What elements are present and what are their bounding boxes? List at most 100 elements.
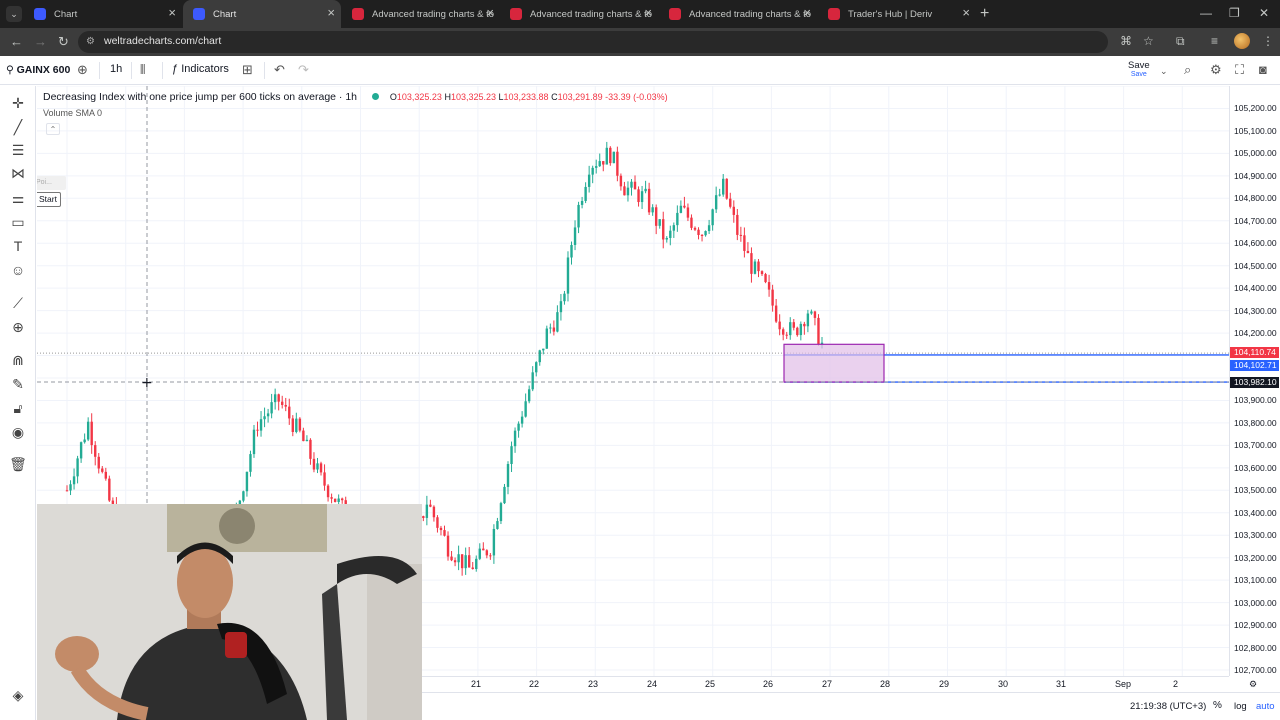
zoom-in-icon[interactable]: ⊕	[9, 318, 27, 336]
pattern-icon[interactable]: ⋈	[9, 164, 27, 182]
candle	[771, 289, 774, 306]
candle	[654, 207, 658, 226]
webcam-person-illustration	[37, 504, 422, 720]
fib-icon[interactable]: ☰	[9, 141, 27, 159]
chart-title[interactable]: Decreasing Index with one price jump per…	[43, 91, 357, 103]
tab-favicon-icon	[34, 8, 46, 20]
browser-menu-icon[interactable]: ⋮	[1262, 34, 1274, 48]
site-info-icon[interactable]: ⚙	[86, 36, 98, 48]
candle	[273, 394, 277, 403]
layouts-icon[interactable]: ⊞	[242, 62, 253, 78]
emoji-icon[interactable]: ☺	[9, 261, 27, 279]
browser-tab[interactable]: Trader's Hub | Deriv ×	[818, 4, 976, 24]
url-text[interactable]: weltradecharts.com/chart	[104, 35, 221, 47]
trendline-icon[interactable]: ╱	[9, 118, 27, 136]
candle	[619, 175, 623, 187]
candle	[288, 406, 291, 419]
browser-tab[interactable]: Advanced trading charts & tools ×	[500, 4, 658, 24]
tab-close-icon[interactable]: ×	[644, 5, 652, 20]
settings-gear-icon[interactable]: ⚙	[1210, 62, 1222, 78]
chart-toolbar: ⚲ GAINX 600 ⊕ 1h ⫴ ƒ Indicators ⊞ ↶ ↷ Sa…	[0, 57, 1280, 85]
time-tick-label: 30	[998, 679, 1009, 689]
price-tick-label: 104,400.00	[1234, 283, 1277, 294]
reload-icon[interactable]: ↻	[58, 34, 69, 50]
open-label: O	[389, 92, 397, 102]
magnet-icon[interactable]: ⋒	[9, 351, 27, 369]
browser-tab[interactable]: Chart ×	[183, 0, 341, 28]
undo-icon[interactable]: ↶	[274, 62, 285, 78]
eye-icon[interactable]: ◉	[9, 423, 27, 441]
save-button[interactable]: Save Save	[1128, 61, 1150, 79]
collapse-legend-icon[interactable]: ⌃	[46, 123, 60, 135]
candle	[76, 458, 79, 477]
log-scale-toggle[interactable]: log	[1234, 701, 1247, 712]
price-tick-label: 104,500.00	[1234, 260, 1277, 271]
candle	[482, 548, 485, 551]
tab-search-icon[interactable]: ⌄	[6, 6, 22, 22]
start-button[interactable]: Start	[37, 192, 61, 207]
trash-icon[interactable]: 🗑︎	[9, 455, 27, 473]
candle	[316, 463, 319, 470]
tab-list-icon[interactable]: ≡	[1211, 34, 1218, 48]
browser-tab[interactable]: Advanced trading charts & tools ×	[342, 4, 500, 24]
auto-scale-toggle[interactable]: auto	[1256, 701, 1275, 712]
lock-icon[interactable]: 🔓︎	[9, 399, 27, 417]
search-icon: ⚲	[6, 64, 14, 76]
drawing-mode-icon[interactable]: ✎	[9, 375, 27, 393]
redo-icon[interactable]: ↷	[298, 62, 309, 78]
time-tick-label: 25	[705, 679, 716, 689]
timezone-clock[interactable]: 21:19:38 (UTC+3)	[1130, 701, 1206, 712]
candle	[665, 237, 668, 240]
minimize-icon[interactable]: —	[1200, 6, 1212, 20]
percent-scale-toggle[interactable]: %	[1213, 700, 1222, 711]
time-tick-label: 26	[763, 679, 774, 689]
back-icon[interactable]: ←	[10, 34, 23, 49]
tab-close-icon[interactable]: ×	[168, 5, 176, 20]
candle	[803, 323, 806, 327]
extensions-icon[interactable]: ⧉	[1176, 34, 1185, 49]
candle-type-icon[interactable]: ⫴	[140, 62, 145, 78]
prediction-icon[interactable]: ⚌	[9, 189, 27, 207]
candle	[499, 503, 503, 522]
candle	[535, 362, 538, 373]
profile-avatar[interactable]	[1234, 33, 1250, 49]
poi-label[interactable]: Poi...	[37, 176, 66, 190]
tab-title: Chart	[213, 8, 237, 20]
tab-close-icon[interactable]: ×	[803, 5, 811, 20]
high-value: 103,325.23	[450, 92, 496, 102]
close-window-icon[interactable]: ✕	[1259, 6, 1269, 20]
browser-tab[interactable]: Advanced trading charts & tools ×	[659, 4, 817, 24]
candle	[281, 401, 284, 405]
fullscreen-icon[interactable]: ⛶	[1235, 62, 1244, 78]
tab-close-icon[interactable]: ×	[327, 5, 335, 20]
compare-symbol-icon[interactable]: ⊕	[77, 62, 88, 78]
object-tree-icon[interactable]: ◈	[9, 686, 27, 704]
address-bar[interactable]: ⚙ weltradecharts.com/chart	[78, 31, 1108, 53]
new-tab-icon[interactable]: +	[980, 5, 989, 23]
symbol-search[interactable]: ⚲ GAINX 600	[6, 64, 70, 76]
translate-icon[interactable]: ⌘	[1120, 34, 1132, 48]
save-dropdown-icon[interactable]: ⌄	[1160, 66, 1168, 77]
shapes-icon[interactable]: ▭	[9, 213, 27, 231]
indicators-button[interactable]: ƒ Indicators	[172, 63, 229, 75]
indicators-icon: ƒ	[172, 63, 179, 75]
browser-tab[interactable]: Chart ×	[24, 4, 182, 24]
restore-icon[interactable]: ❐	[1229, 6, 1240, 20]
time-axis-settings-icon[interactable]: ⚙	[1249, 679, 1257, 690]
quick-search-icon[interactable]: ⌕	[1184, 62, 1191, 78]
snapshot-camera-icon[interactable]: ◙	[1259, 62, 1267, 77]
candle	[707, 225, 711, 232]
ruler-icon[interactable]: ⟋	[9, 294, 27, 312]
candle	[676, 212, 679, 226]
price-axis[interactable]: 105,200.00 105,100.00 105,000.00 104,900.00…	[1229, 86, 1280, 676]
volume-legend[interactable]: Volume SMA 0	[43, 108, 102, 118]
bookmark-star-icon[interactable]: ☆	[1143, 34, 1154, 48]
price-tick-label: 105,200.00	[1234, 103, 1277, 114]
tab-close-icon[interactable]: ×	[962, 5, 970, 20]
forward-icon[interactable]: →	[34, 34, 47, 49]
crosshair-icon[interactable]: ✛	[9, 94, 27, 112]
tab-close-icon[interactable]: ×	[486, 5, 494, 20]
interval-button[interactable]: 1h	[110, 63, 122, 75]
candle	[714, 195, 718, 210]
text-icon[interactable]: T	[9, 237, 27, 255]
